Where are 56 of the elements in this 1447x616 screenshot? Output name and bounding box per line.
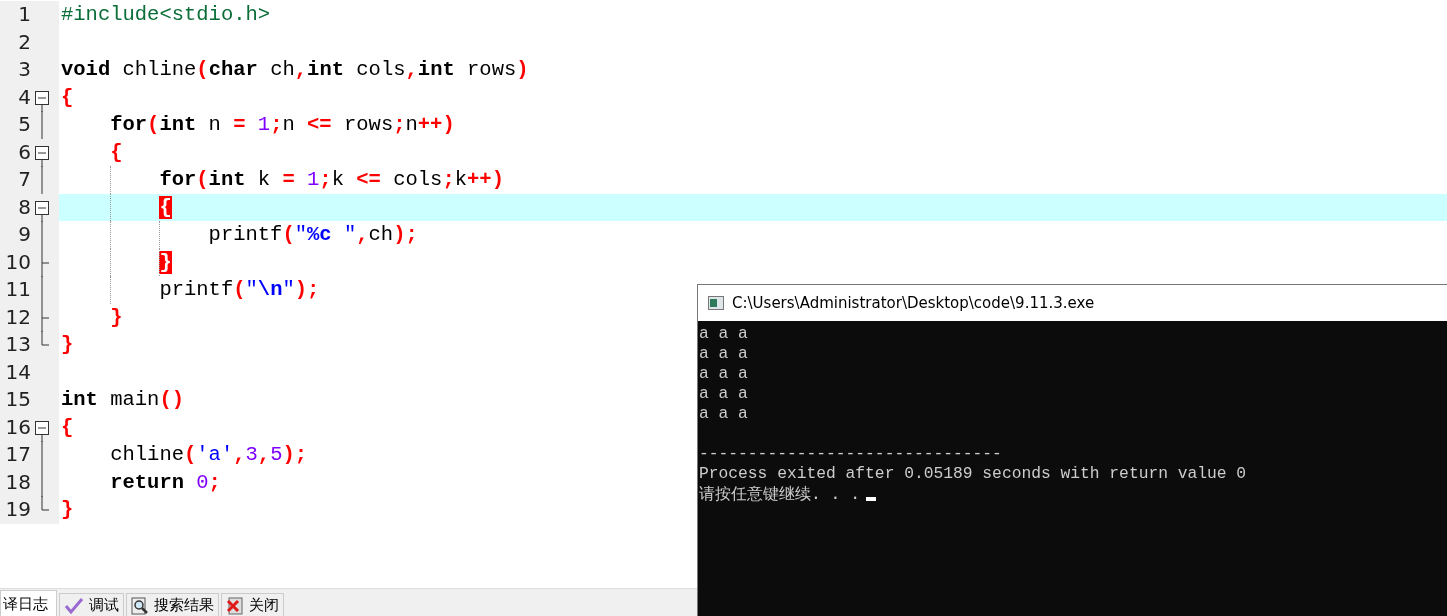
console-line: a a a (699, 404, 749, 424)
line-number: 3 (17, 56, 31, 83)
line-number: 1 (17, 1, 31, 28)
code-line: int main() (61, 388, 185, 412)
close-icon (226, 596, 244, 615)
window-title: C:\Users\Administrator\Desktop\code\9.11.3.exe (732, 294, 1095, 312)
line-number: 15 (4, 386, 31, 413)
line-number: 10 (4, 248, 31, 276)
panel-tab[interactable]: 搜索结果 (126, 593, 219, 616)
search-icon (131, 596, 149, 615)
line-number: 11 (4, 276, 31, 303)
console-app-icon (708, 296, 724, 310)
panel-tab[interactable]: 译日志 (0, 590, 57, 616)
line-number: 18 (4, 468, 31, 496)
line-number: 2 (17, 28, 31, 56)
line-number: 4 (17, 83, 31, 111)
code-line: } (61, 498, 74, 522)
code-line: for(int k = 1;k <= cols;k++) (159, 168, 504, 192)
line-number: 13 (4, 331, 31, 358)
line-number: 14 (4, 358, 31, 386)
console-line: a a a (699, 384, 749, 404)
fold-guide (41, 111, 43, 139)
fold-end-guide (41, 496, 50, 511)
panel-tab[interactable]: 调试 (59, 593, 124, 616)
code-line: { (110, 140, 123, 164)
line-number: 19 (4, 496, 31, 523)
line-number: 8 (17, 193, 31, 221)
line-number: 5 (17, 111, 31, 138)
code-line: return 0; (110, 470, 221, 494)
code-line: } (61, 333, 74, 357)
fold-end-guide (41, 331, 50, 346)
code-line: for(int n = 1;n <= rows;n++) (110, 113, 455, 137)
line-number: 6 (17, 138, 31, 166)
line-number: 17 (4, 441, 31, 468)
line-number: 7 (17, 166, 31, 193)
code-line: { (61, 85, 74, 109)
panel-tab[interactable]: 关闭 (221, 593, 284, 616)
code-line: printf("\n"); (159, 278, 320, 302)
text-cursor (866, 497, 876, 501)
console-line: a a a (699, 324, 749, 344)
code-line: { (61, 415, 74, 439)
console-line: 请按任意键继续. . . (699, 484, 860, 504)
code-line: chline('a',3,5); (110, 443, 308, 467)
line-number: 16 (4, 413, 31, 441)
code-line: } (110, 305, 123, 329)
check-icon (64, 596, 84, 615)
code-line: printf("%c ",ch); (208, 223, 418, 247)
line-number: 9 (17, 221, 31, 248)
line-number: 12 (4, 303, 31, 331)
console-line: Process exited after 0.05189 seconds with return value 0 (699, 464, 1248, 484)
console-line: a a a (699, 364, 749, 384)
code-line: void chline(char ch,int cols,int rows) (61, 58, 529, 82)
console-line: a a a (699, 344, 749, 364)
code-line: #include<stdio.h> (61, 3, 271, 27)
fold-guide (41, 166, 43, 194)
console-line: ------------------------------- (699, 444, 1003, 464)
